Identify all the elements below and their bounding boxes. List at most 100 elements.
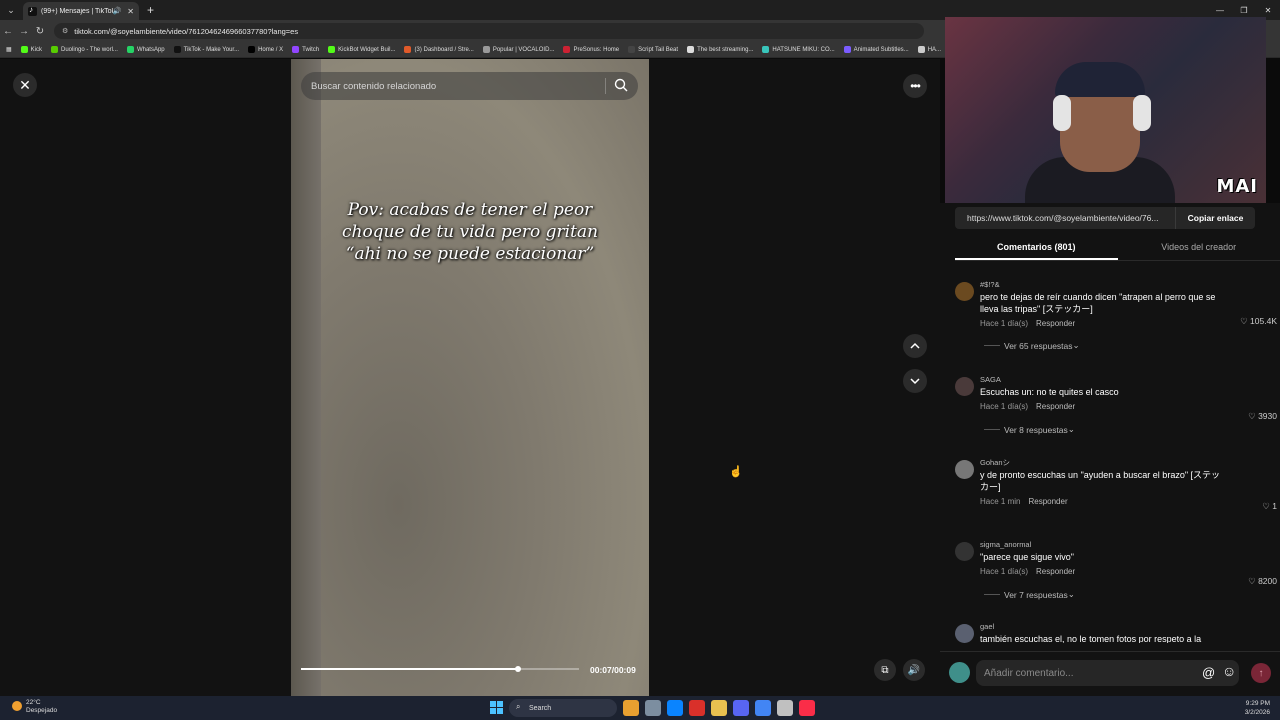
close-icon: ✕ (19, 76, 31, 93)
bookmark-item[interactable]: Duolingo - The worl... (51, 46, 118, 53)
taskbar-app-icon[interactable] (667, 700, 683, 716)
search-icon[interactable] (614, 78, 628, 92)
comment-username[interactable]: SAGA (980, 373, 1225, 386)
bookmark-item[interactable]: Script Tail Beat (628, 46, 678, 53)
close-viewer-button[interactable]: ✕ (13, 73, 37, 97)
caption-line-1: Pov: acabas de tener el peor (347, 200, 593, 220)
picture-in-picture-button[interactable]: ⧉ (874, 659, 896, 681)
tab-list-chevron-icon[interactable]: ⌄ (3, 2, 19, 18)
taskbar-app-icon[interactable] (799, 700, 815, 716)
forward-arrow-icon[interactable]: → (16, 26, 32, 37)
view-replies-label: Ver 7 respuestas (1004, 589, 1068, 600)
taskbar-app-icon[interactable] (689, 700, 705, 716)
reload-icon[interactable]: ↻ (32, 26, 48, 37)
tab-close-icon[interactable]: ✕ (127, 7, 134, 16)
comment-avatar[interactable] (955, 377, 974, 396)
bookmark-item[interactable]: HA... (917, 46, 941, 53)
apps-grid-icon[interactable]: ▦ (6, 46, 12, 53)
browser-tab-active[interactable]: (99+) Mensajes | TikTok 🔊 ✕ (23, 2, 139, 20)
bookmark-item[interactable]: TikTok - Make Your... (173, 46, 239, 53)
system-clock[interactable]: 9:29 PM 3/2/2026 (1245, 699, 1270, 717)
comment-like-button[interactable]: ♡ 105.4K (1240, 316, 1277, 327)
bookmark-item[interactable]: (3) Dashboard / Stre... (404, 46, 474, 53)
bookmark-item[interactable]: Twitch (292, 46, 319, 53)
bookmark-item[interactable]: HATSUNE MIKU: CO... (762, 46, 835, 53)
weather-widget[interactable]: 22°C Despejado (12, 699, 57, 715)
like-count: 1 (1272, 501, 1277, 511)
comment-like-button[interactable]: ♡ 8200 (1248, 576, 1277, 587)
comment-username[interactable]: gael (980, 620, 1225, 633)
tab-creator-videos[interactable]: Videos del creador (1118, 239, 1280, 260)
comment-like-button[interactable]: ♡ 1 (1262, 501, 1277, 512)
tab-comments[interactable]: Comentarios (801) (955, 239, 1118, 260)
copy-link-button[interactable]: Copiar enlace (1175, 207, 1255, 229)
start-menu-icon[interactable] (490, 701, 503, 714)
comment-input[interactable] (976, 660, 1239, 686)
previous-video-button[interactable] (903, 334, 927, 358)
comment-like-button[interactable]: ♡ 3930 (1248, 411, 1277, 422)
mention-icon[interactable]: @ (1202, 665, 1215, 680)
comment-avatar[interactable] (955, 460, 974, 479)
weather-status: Despejado (26, 707, 58, 714)
chevron-down-icon: ⌄ (1067, 424, 1075, 434)
comments-panel: https://www.tiktok.com/@soyelambiente/vi… (940, 203, 1280, 696)
comment-avatar[interactable] (955, 282, 974, 301)
view-replies-button[interactable]: Ver 8 respuestas ⌄ (984, 424, 1075, 435)
bookmark-item[interactable]: WhatsApp (126, 46, 165, 53)
bookmark-label: Duolingo - The worl... (61, 46, 118, 53)
url-field[interactable]: ⚙ tiktok.com/@soyelambiente/video/761204… (54, 23, 924, 39)
view-replies-button[interactable]: Ver 65 respuestas ⌄ (984, 340, 1080, 351)
video-progress-knob[interactable] (514, 666, 521, 672)
maximize-icon[interactable]: ❐ (1232, 6, 1256, 15)
tab-title: (99+) Mensajes | TikTok (41, 7, 113, 15)
post-comment-button[interactable]: ↑ (1251, 663, 1271, 683)
window-close-icon[interactable]: ✕ (1256, 6, 1280, 15)
comment-avatar[interactable] (955, 624, 974, 643)
taskbar-app-icon[interactable] (777, 700, 793, 716)
next-video-button[interactable] (903, 369, 927, 393)
video-progress-bar[interactable] (301, 666, 579, 672)
comment-username[interactable]: Gohanシ (980, 456, 1225, 469)
comment-username[interactable]: sigma_anormal (980, 538, 1225, 551)
comment-username[interactable]: #$!?& (980, 278, 1225, 291)
streamer-cap (1055, 62, 1145, 97)
bookmark-favicon-icon (482, 46, 490, 53)
minimize-icon[interactable]: — (1208, 6, 1232, 15)
taskbar-app-icon[interactable] (711, 700, 727, 716)
reply-link[interactable]: Responder (1028, 497, 1067, 506)
reply-link[interactable]: Responder (1036, 402, 1075, 411)
emoji-icon[interactable]: ☺ (1222, 663, 1236, 679)
comment-avatar[interactable] (955, 542, 974, 561)
replies-line (984, 594, 1000, 595)
site-info-icon[interactable]: ⚙ (62, 27, 68, 35)
share-link-text[interactable]: https://www.tiktok.com/@soyelambiente/vi… (955, 207, 1175, 229)
new-tab-plus-icon[interactable]: + (147, 3, 154, 17)
taskbar-app-icon[interactable] (645, 700, 661, 716)
bookmark-item[interactable]: The best streaming... (687, 46, 753, 53)
bookmark-label: WhatsApp (136, 46, 165, 53)
comment-time: Hace 1 día(s) (980, 319, 1029, 328)
back-arrow-icon[interactable]: ← (0, 26, 16, 37)
reply-link[interactable]: Responder (1036, 319, 1075, 328)
bookmark-item[interactable]: Kick (20, 46, 42, 53)
bookmark-item[interactable]: PreSonus: Home (563, 46, 619, 53)
taskbar-app-icon[interactable] (733, 700, 749, 716)
video-player[interactable]: Buscar contenido relacionado Pov: acabas… (291, 59, 649, 696)
taskbar-search[interactable]: ⌕ Search (509, 699, 617, 717)
comments-list: #$!?& pero te dejas de reír cuando dicen … (940, 278, 1280, 643)
related-search-field[interactable]: Buscar contenido relacionado (301, 72, 638, 100)
video-time: 00:07/00:09 (590, 665, 636, 675)
taskbar-app-icon[interactable] (623, 700, 639, 716)
bookmark-item[interactable]: Animated Subtitles... (843, 46, 909, 53)
reply-link[interactable]: Responder (1036, 567, 1075, 576)
bookmark-favicon-icon (628, 46, 636, 53)
volume-button[interactable]: 🔊 (903, 659, 925, 681)
view-replies-button[interactable]: Ver 7 respuestas ⌄ (984, 589, 1075, 600)
bookmark-item[interactable]: KickBot Widget Buil... (328, 46, 395, 53)
bookmark-item[interactable]: Popular | VOCALOID... (482, 46, 554, 53)
more-options-button[interactable]: ••• (903, 74, 927, 98)
windows-taskbar: 22°C Despejado ⌕ Search 9:29 PM 3/2/2026 (0, 696, 1280, 720)
speaker-icon[interactable]: 🔊 (113, 7, 122, 15)
taskbar-app-icon[interactable] (755, 700, 771, 716)
bookmark-item[interactable]: Home / X (248, 46, 283, 53)
